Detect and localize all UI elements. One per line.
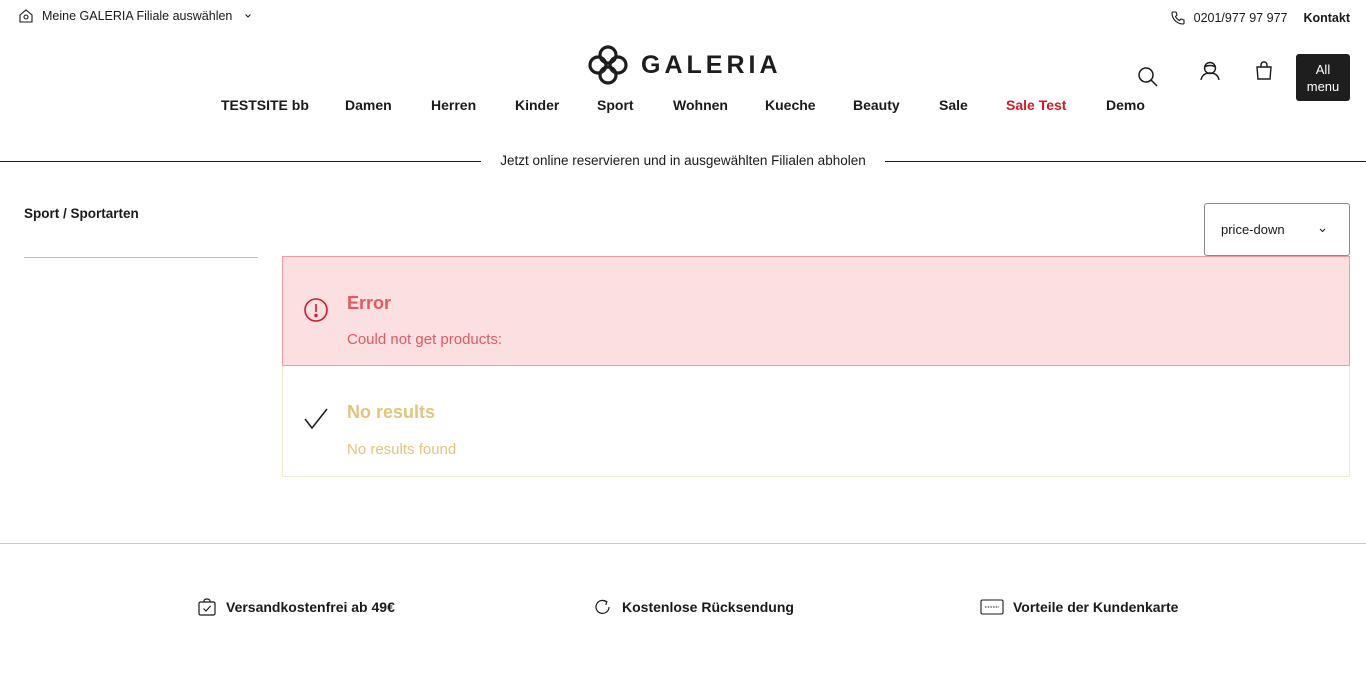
account-icon[interactable] <box>1199 60 1221 82</box>
main-navigation: TESTSITE bb Damen Herren Kinder Sport Wo… <box>0 97 1366 117</box>
all-menu-button[interactable]: All menu <box>1296 54 1350 101</box>
footer-feature-label: Versandkostenfrei ab 49€ <box>226 599 395 615</box>
nav-item-demo[interactable]: Demo <box>1106 97 1145 113</box>
customer-card-icon <box>980 598 1004 616</box>
return-icon <box>593 598 613 616</box>
nav-item-beauty[interactable]: Beauty <box>853 97 900 113</box>
chevron-down-icon <box>244 12 252 20</box>
sidebar-divider <box>24 257 258 258</box>
shipping-bag-icon <box>197 598 217 616</box>
nav-item-kueche[interactable]: Kueche <box>765 97 816 113</box>
nav-item-sport[interactable]: Sport <box>597 97 634 113</box>
store-select[interactable]: Meine GALERIA Filiale auswählen <box>18 8 252 24</box>
breadcrumb[interactable]: Sport / Sportarten <box>24 206 139 221</box>
nav-item-damen[interactable]: Damen <box>345 97 392 113</box>
chevron-down-icon <box>1318 226 1327 235</box>
galeria-logo[interactable]: GALERIA <box>587 44 782 86</box>
promo-text: Jetzt online reservieren und in ausgewäh… <box>500 153 866 168</box>
all-menu-label-2: menu <box>1306 78 1340 94</box>
error-title: Error <box>347 293 392 313</box>
no-results-message: No results found <box>347 441 457 458</box>
contact-area: 0201/977 97 977 Kontakt <box>1170 10 1350 26</box>
nav-item-wohnen[interactable]: Wohnen <box>673 97 728 113</box>
footer-feature-returns[interactable]: Kostenlose Rücksendung <box>593 598 794 616</box>
store-select-label: Meine GALERIA Filiale auswählen <box>42 9 233 23</box>
promo-divider-right <box>885 161 1366 162</box>
no-results-title: No results <box>347 402 436 422</box>
sort-select[interactable]: price-down <box>1204 203 1350 256</box>
footer-feature-shipping[interactable]: Versandkostenfrei ab 49€ <box>197 598 395 616</box>
logo-wordmark: GALERIA <box>641 50 782 79</box>
nav-item-sale[interactable]: Sale <box>939 97 968 113</box>
shopping-bag-icon[interactable] <box>1254 60 1274 82</box>
error-alert: Error Could not get products: <box>282 256 1350 366</box>
all-menu-label-1: All <box>1315 61 1331 77</box>
phone-number[interactable]: 0201/977 97 977 <box>1194 11 1288 25</box>
sort-select-value: price-down <box>1221 222 1285 237</box>
footer-divider <box>0 543 1366 544</box>
top-bar: Meine GALERIA Filiale auswählen 0201/977… <box>0 0 1366 36</box>
promo-divider-left <box>0 161 481 162</box>
footer-feature-label: Kostenlose Rücksendung <box>622 599 794 615</box>
footer-feature-label: Vorteile der Kundenkarte <box>1013 599 1179 615</box>
nav-item-herren[interactable]: Herren <box>431 97 476 113</box>
no-results-alert: No results No results found <box>282 366 1350 477</box>
checkmark-icon <box>303 406 329 432</box>
store-icon <box>18 8 34 24</box>
logo-mark-icon <box>587 44 629 86</box>
error-icon <box>303 297 329 323</box>
nav-item-testsite-bb[interactable]: TESTSITE bb <box>221 97 309 113</box>
footer-feature-customer-card[interactable]: Vorteile der Kundenkarte <box>980 598 1178 616</box>
error-message: Could not get products: <box>347 331 503 348</box>
search-icon[interactable] <box>1137 66 1159 88</box>
nav-item-sale-test[interactable]: Sale Test <box>1006 97 1066 113</box>
contact-link[interactable]: Kontakt <box>1303 11 1350 25</box>
promo-banner: Jetzt online reservieren und in ausgewäh… <box>0 153 1366 171</box>
phone-icon <box>1170 10 1186 26</box>
nav-item-kinder[interactable]: Kinder <box>515 97 559 113</box>
